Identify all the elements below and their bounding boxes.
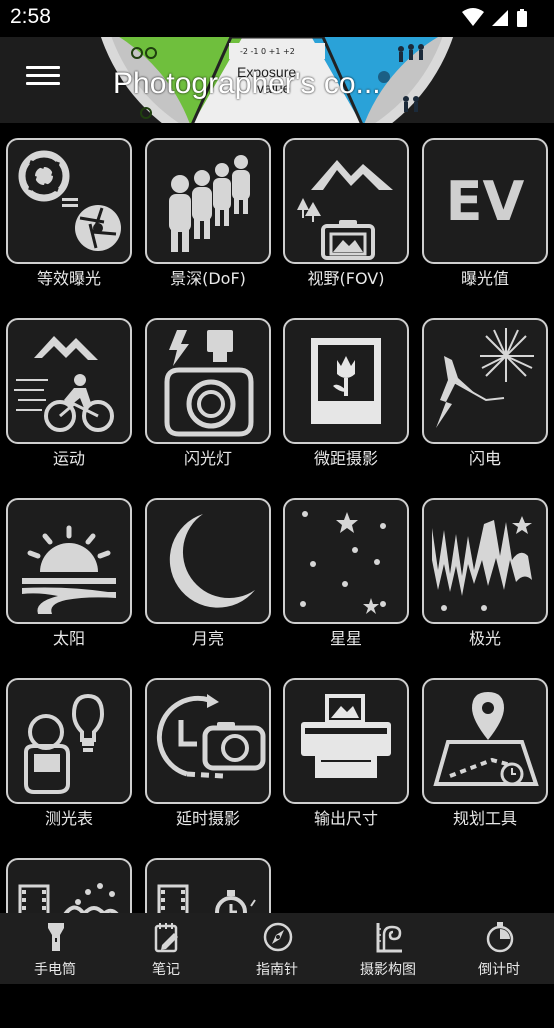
nav-notes[interactable]: 笔记 [111, 913, 221, 984]
wifi-icon [462, 8, 484, 26]
aperture-pair-icon [18, 150, 121, 251]
status-bar: 2:58 [0, 0, 554, 37]
cyclist-icon [14, 336, 114, 432]
compass-icon [263, 922, 293, 952]
tool-output-size[interactable]: 输出尺寸 [283, 678, 421, 848]
printer-icon [301, 694, 391, 778]
tool-tile-box [6, 318, 132, 444]
status-time: 2:58 [10, 5, 51, 28]
tool-planner[interactable]: 规划工具 [422, 678, 554, 848]
battery-icon [517, 9, 527, 27]
nav-composition[interactable]: 摄影构图 [333, 913, 443, 984]
countdown-icon [486, 922, 514, 953]
nav-label: 摄影构图 [360, 962, 416, 978]
tool-motion[interactable]: 运动 [6, 318, 144, 488]
tool-label: 曝光值 [460, 269, 509, 288]
menu-icon [26, 66, 60, 69]
nav-countdown[interactable]: 倒计时 [444, 913, 554, 984]
tool-tile-box [145, 138, 271, 264]
menu-button[interactable] [26, 61, 60, 91]
bottom-navigation: 手电筒 笔记 指南针 摄影构图 倒计时 [0, 913, 554, 984]
tool-label: 运动 [52, 449, 85, 468]
tool-moon[interactable]: 月亮 [145, 498, 283, 668]
tool-label: 景深(DoF) [170, 269, 246, 288]
tool-label: 闪电 [468, 449, 501, 468]
app-bar: -2 -1 0 +1 +2 Exposure value Photographe… [0, 37, 554, 123]
tool-tile-box [6, 138, 132, 264]
svg-text:EV: EV [446, 170, 525, 233]
tool-tile-box [422, 678, 548, 804]
tool-label: 闪光灯 [183, 449, 232, 468]
tool-equivalent-exposure[interactable]: 等效曝光 [6, 138, 144, 308]
tool-tile-box [422, 318, 548, 444]
tool-label: 微距摄影 [313, 449, 378, 468]
tool-light-meter[interactable]: 测光表 [6, 678, 144, 848]
macro-flower-icon [311, 338, 381, 424]
svg-text:-2 -1 0 +1 +2: -2 -1 0 +1 +2 [240, 47, 295, 56]
nav-label: 笔记 [152, 962, 180, 978]
tool-label: 太阳 [52, 629, 85, 648]
nav-label: 倒计时 [478, 962, 520, 978]
ev-icon: EV [446, 170, 525, 233]
signal-icon [492, 10, 508, 26]
tool-label: 等效曝光 [36, 269, 101, 288]
tool-tile-box [283, 318, 409, 444]
map-planner-icon [433, 692, 539, 786]
tool-depth-of-field[interactable]: 景深(DoF) [145, 138, 283, 308]
tool-aurora[interactable]: 极光 [422, 498, 554, 668]
tool-tile-box [283, 678, 409, 804]
tool-tile-box [6, 678, 132, 804]
tool-lightning[interactable]: 闪电 [422, 318, 554, 488]
tool-stars[interactable]: 星星 [283, 498, 421, 668]
flash-camera-icon [164, 330, 254, 437]
tool-tile-box [145, 318, 271, 444]
status-icons [460, 7, 540, 29]
flashlight-icon [48, 923, 64, 951]
tool-tile-box [422, 498, 548, 624]
moon-icon [169, 514, 255, 608]
sunset-icon [22, 525, 116, 614]
tool-label: 规划工具 [452, 809, 517, 828]
tool-label: 极光 [468, 629, 501, 648]
tool-label: 星星 [329, 629, 362, 648]
notes-icon [154, 923, 178, 953]
people-depth-icon [169, 155, 250, 252]
tool-timelapse[interactable]: 延时摄影 [145, 678, 283, 848]
tool-exposure-value[interactable]: EV 曝光值 [422, 138, 554, 308]
tool-label: 输出尺寸 [313, 809, 378, 828]
tool-tile-box [283, 498, 409, 624]
nav-flashlight[interactable]: 手电筒 [0, 913, 110, 984]
landscape-camera-icon [297, 160, 393, 260]
tool-flash[interactable]: 闪光灯 [145, 318, 283, 488]
composition-icon [376, 923, 402, 953]
tool-tile-box [6, 498, 132, 624]
timelapse-camera-icon [156, 694, 266, 779]
nav-compass[interactable]: 指南针 [222, 913, 332, 984]
stars-icon [300, 511, 386, 614]
tool-label: 月亮 [191, 629, 224, 648]
tool-label: 延时摄影 [175, 809, 240, 828]
tool-macro[interactable]: 微距摄影 [283, 318, 421, 488]
tool-field-of-view[interactable]: 视野(FOV) [283, 138, 421, 308]
lightning-fireworks-icon [436, 328, 534, 428]
nav-label: 手电筒 [34, 962, 76, 978]
tool-tile-box [145, 678, 271, 804]
tool-tile-box: EV [422, 138, 548, 264]
nav-label: 指南针 [256, 962, 298, 978]
tool-tile-box [145, 498, 271, 624]
tool-label: 测光表 [44, 809, 93, 828]
light-meter-icon [24, 693, 105, 794]
tool-tile-box [283, 138, 409, 264]
tool-sun[interactable]: 太阳 [6, 498, 144, 668]
tool-label: 视野(FOV) [307, 269, 385, 288]
app-title: Photographer's co... [113, 67, 381, 100]
aurora-icon [432, 516, 532, 611]
